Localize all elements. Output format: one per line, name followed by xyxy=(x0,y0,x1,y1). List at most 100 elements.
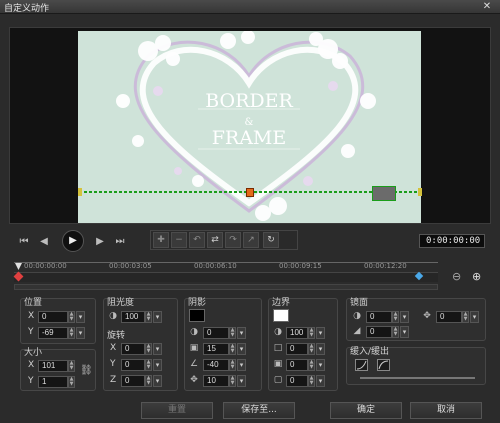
shadow-color-swatch[interactable] xyxy=(189,309,205,322)
border-soft-icon: ▣ xyxy=(273,359,283,369)
position-x-spinner[interactable]: ▲ ▼ xyxy=(68,311,75,323)
shadow-angle-dropdown[interactable]: ▾ xyxy=(237,359,246,371)
ease-slider[interactable] xyxy=(360,377,475,379)
paste-keyframe-icon[interactable]: ↗ xyxy=(243,232,259,248)
border-width-dropdown[interactable]: ▾ xyxy=(316,343,325,355)
next-frame-icon[interactable]: ▶ xyxy=(94,235,106,249)
cancel-button[interactable]: 取消 xyxy=(410,402,482,419)
ease-in-icon[interactable] xyxy=(355,359,368,371)
remove-keyframe-icon[interactable]: − xyxy=(171,232,187,248)
size-y-input[interactable]: 1 xyxy=(38,376,68,388)
shadow-opacity-dropdown[interactable]: ▾ xyxy=(237,327,246,339)
mirror-opacity-spinner[interactable]: ▲ ▼ xyxy=(392,311,399,323)
mirror-offset-input[interactable]: 0 xyxy=(436,311,462,323)
border-corner-dropdown[interactable]: ▾ xyxy=(316,375,325,387)
shadow-distance-input[interactable]: 10 xyxy=(203,375,229,387)
shadow-distance-dropdown[interactable]: ▾ xyxy=(237,375,246,387)
shadow-distance-spinner[interactable]: ▲ ▼ xyxy=(229,375,236,387)
rotation-label: 旋转 xyxy=(107,331,126,341)
zoom-out-icon[interactable]: ⊖ xyxy=(452,270,461,283)
border-soft-dropdown[interactable]: ▾ xyxy=(316,359,325,371)
rotation-z-label: Z xyxy=(110,375,117,385)
rotation-x-input[interactable]: 0 xyxy=(121,343,145,355)
shadow-opacity-spinner[interactable]: ▲ ▼ xyxy=(229,327,236,339)
shadow-opacity-icon: ◑ xyxy=(190,327,198,337)
timeline-ruler[interactable]: 00:00:00:00 00:00:03:05 00:00:06:10 00:0… xyxy=(14,262,438,272)
ease-out-icon[interactable] xyxy=(377,359,390,371)
zoom-in-icon[interactable]: ⊕ xyxy=(472,270,481,283)
motion-keyframe-handle[interactable] xyxy=(246,188,254,197)
swap-keyframe-icon[interactable]: ⇄ xyxy=(207,232,223,248)
mirror-fade-input[interactable]: 0 xyxy=(366,326,392,338)
reset-button[interactable]: 重置 xyxy=(141,402,213,419)
shadow-blur-input[interactable]: 15 xyxy=(203,343,229,355)
position-x-input[interactable]: 0 xyxy=(38,311,68,323)
rotation-z-input[interactable]: 0 xyxy=(121,375,145,387)
add-keyframe-icon[interactable]: ✚ xyxy=(153,232,169,248)
border-color-swatch[interactable] xyxy=(273,309,289,322)
position-x-dropdown[interactable]: ▾ xyxy=(76,311,85,323)
size-x-label: X xyxy=(28,360,35,370)
border-opacity-spinner[interactable]: ▲ ▼ xyxy=(308,327,315,339)
border-opacity-dropdown[interactable]: ▾ xyxy=(316,327,325,339)
rotation-z-spinner[interactable]: ▲ ▼ xyxy=(145,375,152,387)
mirror-opacity-dropdown[interactable]: ▾ xyxy=(400,311,409,323)
position-y-spinner[interactable]: ▲ ▼ xyxy=(68,327,75,339)
position-y-input[interactable]: -69 xyxy=(38,327,68,339)
object-placeholder[interactable] xyxy=(372,186,396,201)
shadow-angle-input[interactable]: -40 xyxy=(203,359,229,371)
size-x-input[interactable]: 101 xyxy=(38,360,68,372)
link-aspect-icon[interactable]: ⛓ xyxy=(80,366,93,376)
opacity-icon: ◑ xyxy=(109,311,117,321)
rotation-x-label: X xyxy=(110,343,117,353)
shadow-opacity-input[interactable]: 0 xyxy=(203,327,229,339)
ok-button[interactable]: 确定 xyxy=(330,402,402,419)
border-width-spinner[interactable]: ▲ ▼ xyxy=(308,343,315,355)
shadow-blur-spinner[interactable]: ▲ ▼ xyxy=(229,343,236,355)
timeline-scrollbar[interactable] xyxy=(14,284,438,290)
rotation-y-spinner[interactable]: ▲ ▼ xyxy=(145,359,152,371)
tick-label: 00:00:12:20 xyxy=(364,262,407,270)
mirror-opacity-input[interactable]: 0 xyxy=(366,311,392,323)
mirror-fade-spinner[interactable]: ▲ ▼ xyxy=(392,326,399,338)
reset-keyframe-icon[interactable]: ↻ xyxy=(263,232,279,248)
tick-label: 00:00:06:10 xyxy=(194,262,237,270)
size-y-spinner[interactable]: ▲ ▼ xyxy=(68,376,75,388)
rotation-y-input[interactable]: 0 xyxy=(121,359,145,371)
shadow-angle-spinner[interactable]: ▲ ▼ xyxy=(229,359,236,371)
rotation-z-dropdown[interactable]: ▾ xyxy=(153,375,162,387)
rotation-x-spinner[interactable]: ▲ ▼ xyxy=(145,343,152,355)
rotation-x-dropdown[interactable]: ▾ xyxy=(153,343,162,355)
border-soft-spinner[interactable]: ▲ ▼ xyxy=(308,359,315,371)
border-soft-input[interactable]: 0 xyxy=(286,359,308,371)
timecode-display[interactable]: 0:00:00:00 xyxy=(419,234,485,248)
reverse-keyframe-icon[interactable]: ↶ xyxy=(189,232,205,248)
opacity-dropdown[interactable]: ▾ xyxy=(153,311,162,323)
copy-keyframe-icon[interactable]: ↷ xyxy=(225,232,241,248)
border-corner-spinner[interactable]: ▲ ▼ xyxy=(308,375,315,387)
play-button[interactable]: ▶ xyxy=(62,230,84,252)
border-opacity-input[interactable]: 100 xyxy=(286,327,308,339)
mirror-opacity-icon: ◑ xyxy=(353,311,361,321)
opacity-input[interactable]: 100 xyxy=(121,311,145,323)
fade-label: 缓入/缓出 xyxy=(350,347,390,357)
shadow-distance-icon: ✥ xyxy=(190,375,198,385)
size-x-spinner[interactable]: ▲ ▼ xyxy=(68,360,75,372)
tick-label: 00:00:03:05 xyxy=(109,262,152,270)
go-end-icon[interactable]: ⏭ xyxy=(114,235,126,249)
shadow-blur-dropdown[interactable]: ▾ xyxy=(237,343,246,355)
mirror-offset-dropdown[interactable]: ▾ xyxy=(470,311,479,323)
save-to-button[interactable]: 保存至... xyxy=(223,402,295,419)
prev-frame-icon[interactable]: ◀ xyxy=(38,235,50,249)
rotation-y-dropdown[interactable]: ▾ xyxy=(153,359,162,371)
close-icon[interactable]: ✕ xyxy=(480,1,494,12)
border-corner-input[interactable]: 0 xyxy=(286,375,308,387)
border-width-input[interactable]: 0 xyxy=(286,343,308,355)
go-start-icon[interactable]: ⏮ xyxy=(18,235,30,249)
border-width-icon: □ xyxy=(273,343,283,353)
position-y-dropdown[interactable]: ▾ xyxy=(76,327,85,339)
mirror-fade-dropdown[interactable]: ▾ xyxy=(400,326,409,338)
opacity-spinner[interactable]: ▲ ▼ xyxy=(145,311,152,323)
keyframe-track[interactable] xyxy=(14,272,438,282)
mirror-offset-spinner[interactable]: ▲ ▼ xyxy=(462,311,469,323)
